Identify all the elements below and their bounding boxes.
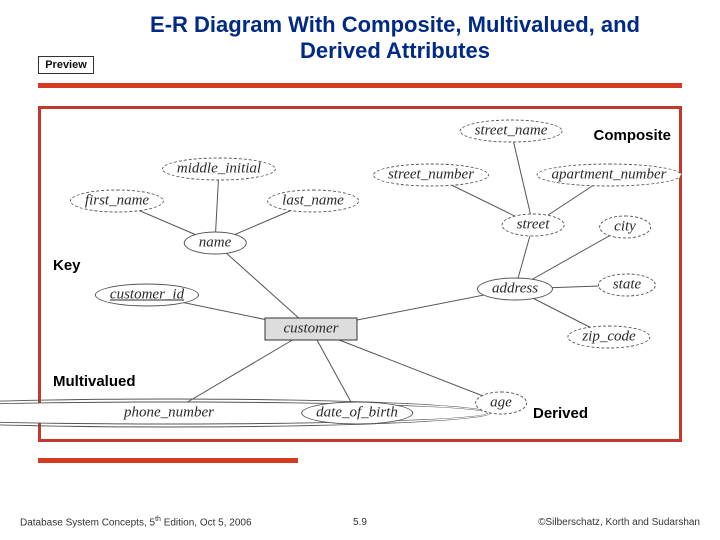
- attribute-street: street: [502, 214, 565, 237]
- attribute-state: state: [598, 274, 656, 297]
- footer-left: Database System Concepts, 5th Edition, O…: [20, 516, 252, 528]
- attribute-apartment_number: apartment_number: [537, 164, 682, 187]
- attribute-city: city: [599, 216, 651, 239]
- annotation-composite: Composite: [591, 127, 673, 144]
- title-line-2: Derived Attributes: [300, 38, 490, 63]
- attribute-last_name: last_name: [267, 190, 359, 213]
- title-line-1: E-R Diagram With Composite, Multivalued,…: [150, 12, 640, 37]
- slide: E-R Diagram With Composite, Multivalued,…: [0, 0, 720, 540]
- footer-left-a: Database System Concepts, 5: [20, 517, 155, 528]
- annotation-derived: Derived: [531, 405, 590, 422]
- entity-entity: customer: [265, 318, 358, 341]
- attribute-name: name: [184, 232, 247, 255]
- attribute-zip_code: zip_code: [567, 326, 650, 349]
- attribute-first_name: first_name: [70, 190, 164, 213]
- attribute-street_name: street_name: [460, 120, 563, 143]
- attribute-street_number: street_number: [373, 164, 489, 187]
- attribute-customer_id: customer_id: [95, 284, 199, 307]
- divider-bottom: [38, 458, 298, 463]
- annotation-multivalued: Multivalued: [51, 373, 138, 390]
- footer-center: 5.9: [353, 517, 367, 528]
- attribute-phone_number: phone_number: [0, 402, 488, 425]
- annotation-key: Key: [51, 257, 83, 274]
- attribute-age: age: [475, 392, 527, 415]
- footer-left-b: Edition, Oct 5, 2006: [161, 517, 252, 528]
- attribute-address: address: [477, 278, 553, 301]
- divider-top: [38, 83, 682, 88]
- footer-right: ©Silberschatz, Korth and Sudarshan: [538, 517, 700, 528]
- attribute-date_of_birth: date_of_birth: [301, 402, 413, 425]
- slide-title: E-R Diagram With Composite, Multivalued,…: [100, 12, 690, 65]
- preview-button[interactable]: Preview: [38, 56, 94, 74]
- attribute-middle_initial: middle_initial: [162, 158, 276, 181]
- diagram-frame: customercustomer_idphone_numberdate_of_b…: [38, 106, 682, 442]
